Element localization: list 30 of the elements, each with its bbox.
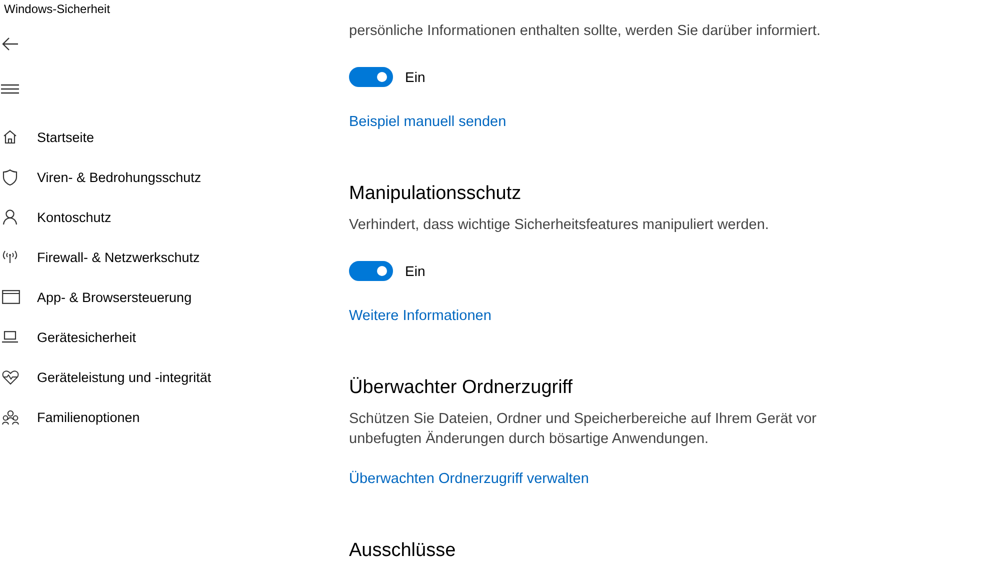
sidebar-item[interactable]: Viren- & Bedrohungsschutz [0, 157, 349, 197]
sidebar-item[interactable]: Gerätesicherheit [0, 317, 349, 357]
sidebar-item[interactable]: Geräteleistung und -integrität [0, 357, 349, 397]
sidebar-item[interactable]: Familienoptionen [0, 397, 349, 437]
section-heading: Überwachter Ordnerzugriff [349, 376, 574, 400]
shield-icon [2, 168, 18, 186]
window-icon [2, 290, 20, 304]
toggle-switch[interactable] [349, 67, 393, 87]
heart-pulse-icon [2, 370, 19, 384]
home-icon [2, 129, 18, 145]
section-description: Schützen Sie Dateien, Ordner und Speicherbereiche auf Ihrem Gerät vor unbefugten Änderungen durch bösartige Anwendungen. [349, 410, 818, 449]
sidebar-item[interactable]: Startseite [0, 117, 349, 157]
toggle-switch[interactable] [349, 261, 393, 281]
link[interactable]: Beispiel manuell senden [349, 114, 506, 130]
sidebar-item[interactable]: Kontoschutz [0, 197, 349, 237]
laptop-icon [2, 331, 18, 343]
family-icon [2, 410, 19, 424]
section-description: persönliche Informationen enthalten sollte, werden Sie darüber informiert. [349, 22, 822, 41]
sidebar-item[interactable]: Firewall- & Netzwerkschutz [0, 237, 349, 277]
section-description: Verhindert, dass wichtige Sicherheitsfeatures manipuliert werden. [349, 216, 770, 235]
person-icon [2, 209, 18, 225]
sidebar-item[interactable]: App- & Browsersteuerung [0, 277, 349, 317]
toggle-label: Ein [405, 263, 426, 279]
antenna-icon [2, 250, 18, 264]
window-title: Windows-Sicherheit [3, 1, 112, 17]
link[interactable]: Überwachten Ordnerzugriff verwalten [349, 471, 589, 487]
section-heading: Ausschlüsse [349, 539, 457, 563]
toggle-label: Ein [405, 69, 426, 85]
link[interactable]: Weitere Informationen [349, 308, 492, 324]
section-heading: Manipulationsschutz [349, 182, 522, 206]
